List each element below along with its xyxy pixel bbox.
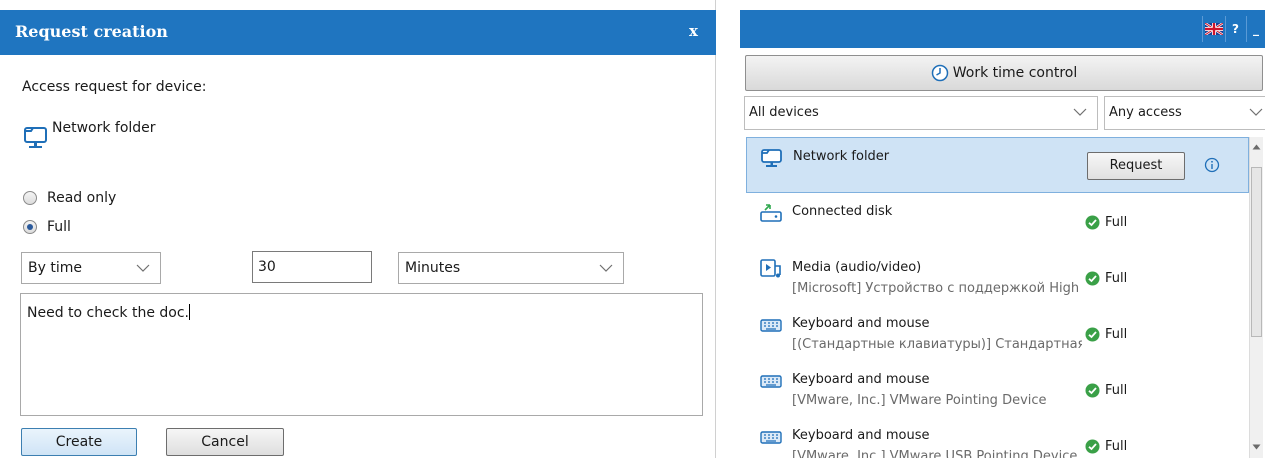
status-text: Full [1105,439,1128,454]
dialog-header: Request creation x [0,10,716,55]
list-item-network-folder[interactable]: Network folder Request [746,137,1249,193]
cancel-button[interactable]: Cancel [166,428,284,456]
status-text: Full [1105,271,1128,286]
request-creation-dialog: Request creation x Access request for de… [0,0,716,458]
requested-device: Network folder [23,120,156,148]
item-subtitle: [(Стандартные клавиатуры)] Стандартная к… [792,337,1082,352]
list-item-media[interactable]: Media (audio/video) [Microsoft] Устройст… [746,249,1249,305]
scroll-down-arrow-icon[interactable] [1252,443,1261,451]
duration-unit-value: Minutes [405,260,461,276]
connected-disk-icon [760,204,782,222]
chevron-down-icon [1073,108,1087,116]
radio-read-only-control[interactable] [23,191,37,205]
item-title: Network folder [793,149,890,164]
status-badge: Full [1085,215,1127,230]
list-item-keyboard-3[interactable]: Keyboard and mouse [VMware, Inc.] VMware… [746,417,1249,458]
language-button[interactable] [1202,16,1224,42]
status-badge: Full [1085,271,1127,286]
network-folder-icon [24,127,47,148]
network-folder-icon [761,149,782,167]
device-filter-select[interactable]: All devices [744,96,1098,130]
scrollbar-thumb[interactable] [1251,167,1262,337]
duration-mode-select[interactable]: By time [21,252,161,284]
device-list: Network folder Request Connected disk Fu… [746,137,1249,458]
device-name: Network folder [52,120,156,136]
status-text: Full [1105,327,1128,342]
device-filter-value: All devices [749,105,819,120]
status-text: Full [1105,215,1128,230]
status-text: Full [1105,383,1128,398]
item-title: Keyboard and mouse [792,316,930,331]
keyboard-icon [760,319,782,332]
chevron-down-icon [1249,108,1263,116]
radio-read-only-label: Read only [47,190,117,206]
item-title: Media (audio/video) [792,260,922,275]
list-item-keyboard-2[interactable]: Keyboard and mouse [VMware, Inc.] VMware… [746,361,1249,417]
request-button[interactable]: Request [1087,152,1185,180]
text-caret [189,304,191,320]
device-panel: ? _ Work time control All devices Any ac… [740,0,1265,458]
radio-read-only[interactable]: Read only [23,187,116,209]
check-circle-icon [1085,439,1100,454]
info-icon[interactable] [1204,157,1220,173]
dialog-title: Request creation [15,22,168,41]
item-subtitle: [VMware, Inc.] VMware USB Pointing Devic… [792,449,1078,458]
duration-value-input[interactable]: 30 [252,251,372,283]
access-filter-select[interactable]: Any access [1104,96,1265,130]
item-subtitle: [Microsoft] Устройство с поддержкой High… [792,281,1082,296]
duration-mode-value: By time [28,260,82,276]
media-icon [760,259,781,278]
item-subtitle: [VMware, Inc.] VMware Pointing Device [792,393,1047,408]
clock-icon [931,64,948,82]
duration-unit-select[interactable]: Minutes [398,252,624,284]
status-badge: Full [1085,327,1127,342]
close-button[interactable]: x [689,22,698,40]
keyboard-icon [760,375,782,388]
check-circle-icon [1085,327,1100,342]
check-circle-icon [1085,215,1100,230]
status-badge: Full [1085,383,1127,398]
status-badge: Full [1085,439,1127,454]
comment-text: Need to check the doc. [27,305,190,321]
vertical-scrollbar[interactable] [1249,137,1263,458]
uk-flag-icon [1204,23,1223,35]
work-time-label: Work time control [952,65,1078,81]
chevron-down-icon [136,264,150,272]
access-filter-value: Any access [1109,105,1182,120]
work-time-control-button[interactable]: Work time control [745,55,1263,91]
keyboard-icon [760,431,782,444]
item-title: Keyboard and mouse [792,372,930,387]
minimize-button[interactable]: _ [1246,16,1265,42]
access-request-label: Access request for device: [22,79,207,95]
help-button[interactable]: ? [1225,16,1245,42]
check-circle-icon [1085,383,1100,398]
radio-full[interactable]: Full [23,216,71,238]
radio-full-label: Full [47,219,71,235]
item-title: Connected disk [792,204,893,219]
chevron-down-icon [599,264,613,272]
create-button[interactable]: Create [21,428,137,456]
list-item-connected-disk[interactable]: Connected disk Full [746,193,1249,249]
radio-full-control[interactable] [23,220,37,234]
list-item-keyboard-1[interactable]: Keyboard and mouse [(Стандартные клавиат… [746,305,1249,361]
item-title: Keyboard and mouse [792,428,930,443]
comment-textarea[interactable]: Need to check the doc. [20,293,703,416]
panel-header: ? _ [740,10,1265,48]
check-circle-icon [1085,271,1100,286]
scroll-up-arrow-icon[interactable] [1252,143,1261,151]
